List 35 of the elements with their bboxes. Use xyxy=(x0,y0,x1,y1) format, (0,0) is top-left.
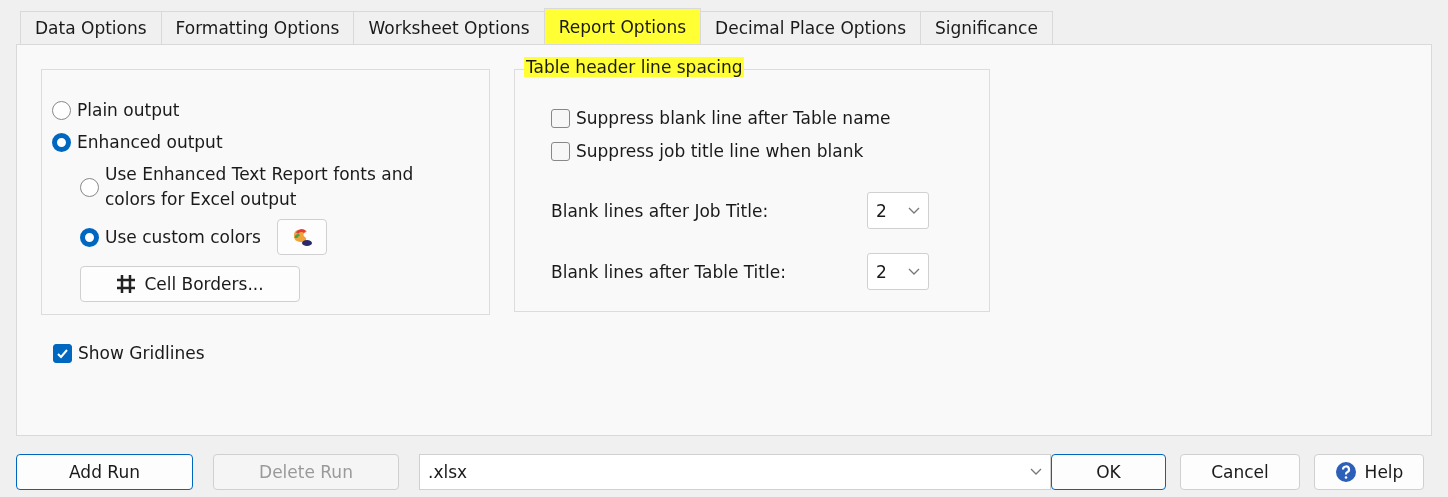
dropdown-label: Blank lines after Job Title: xyxy=(551,200,770,221)
grid-icon xyxy=(116,274,137,294)
tab[interactable]: Data Options xyxy=(20,11,162,44)
radio-button[interactable] xyxy=(80,177,99,197)
radio-label: Plain output xyxy=(77,99,180,122)
checkbox[interactable] xyxy=(53,344,72,363)
color-palette-button[interactable] xyxy=(276,219,327,255)
radio-button[interactable] xyxy=(52,101,71,120)
radio-label: Use Enhanced Text Report fonts and colors for Excel output xyxy=(105,163,415,211)
checkbox[interactable] xyxy=(551,109,570,128)
cancel-button[interactable]: Cancel xyxy=(1180,454,1300,490)
chevron-down-icon xyxy=(908,267,920,276)
chevron-down-icon xyxy=(1030,468,1042,476)
ok-button[interactable]: OK xyxy=(1051,454,1166,490)
tab[interactable]: Report Options xyxy=(543,8,702,44)
radio-button[interactable] xyxy=(80,227,99,247)
group-title: Table header line spacing xyxy=(524,57,745,77)
radio-label: Use custom colors xyxy=(105,225,261,249)
radio-label: Enhanced output xyxy=(77,131,223,154)
radio-button[interactable] xyxy=(52,133,71,152)
chevron-down-icon xyxy=(908,206,920,215)
dropdown[interactable]: 2 xyxy=(867,192,929,229)
dropdown[interactable]: 2 xyxy=(867,253,929,290)
checkbox-label: Suppress job title line when blank xyxy=(576,140,864,163)
dropdown-label: Blank lines after Table Title: xyxy=(551,261,787,282)
checkbox-label: Show Gridlines xyxy=(78,342,205,365)
help-icon xyxy=(1334,461,1357,483)
format-dropdown[interactable]: .xlsx xyxy=(419,454,1051,490)
add-run-button[interactable]: Add Run xyxy=(16,454,193,490)
cell-borders-button[interactable]: Cell Borders... xyxy=(80,266,300,302)
checkmark-icon xyxy=(56,347,69,360)
checkbox-label: Suppress blank line after Table name xyxy=(576,107,891,130)
help-button[interactable]: Help xyxy=(1314,454,1424,490)
tab[interactable]: Significance xyxy=(920,11,1053,44)
checkbox[interactable] xyxy=(551,142,570,161)
